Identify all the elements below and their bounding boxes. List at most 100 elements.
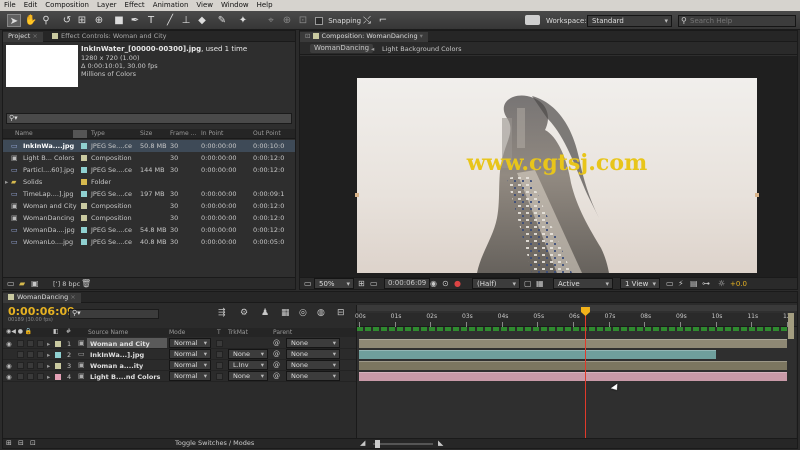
parent-pickwhip-icon[interactable]: @ [273, 339, 280, 347]
camera-select[interactable]: Active Camera [553, 278, 613, 298]
toggle-switches-modes-button[interactable]: Toggle Switches / Modes [175, 439, 254, 448]
clone-stamp-tool-icon[interactable]: ⊥ [179, 14, 193, 27]
col-parent[interactable]: Parent [273, 328, 292, 337]
bpc-label[interactable]: [ʻ] 8 bpc [53, 280, 80, 288]
col-type[interactable]: Type [91, 129, 105, 138]
project-item[interactable]: ▣ Light B... Colors Composition 30 0:00:00:0… [3, 152, 295, 164]
audio-toggle[interactable] [17, 351, 24, 358]
breadcrumb-womandancing[interactable]: WomanDancing [310, 44, 374, 53]
project-search-field[interactable]: ⚲▾ [6, 113, 292, 124]
snapping-toggle[interactable]: Snapping [315, 16, 361, 26]
label-color-swatch[interactable] [81, 239, 87, 245]
menu-effect[interactable]: Effect [121, 0, 149, 11]
lock-toggle[interactable] [37, 351, 44, 358]
preserve-transparency-toggle[interactable] [216, 362, 223, 369]
zoom-in-icon[interactable]: ◣ [438, 439, 443, 447]
channel-icon[interactable]: ● [454, 279, 461, 288]
type-tool-icon[interactable]: T [144, 14, 158, 27]
snapshot-icon[interactable]: ◉ [430, 279, 437, 288]
expand-switches-icon[interactable]: ⊞ [6, 439, 12, 447]
motion-blur-icon[interactable]: ◎ [299, 308, 307, 318]
timeline-graph-area[interactable]: 00s01s02s03s04s05s06s07s08s09s10s11s12s [355, 305, 797, 438]
col-t[interactable]: T [217, 328, 221, 337]
tab-composition[interactable]: ⊡ Composition: WomanDancing ▾ [300, 32, 428, 42]
preserve-transparency-toggle[interactable] [216, 351, 223, 358]
layer-label-color[interactable] [55, 341, 61, 347]
project-item[interactable]: ▣ WomanDancing Composition 30 0:00:00:00 0:00… [3, 212, 295, 224]
comp-frame[interactable]: www.cgtsj.com [357, 78, 757, 273]
menu-view[interactable]: View [192, 0, 217, 11]
toggle-pixel-aspect-icon[interactable]: ▭ [666, 279, 674, 288]
transparency-grid-icon[interactable]: ▦ [536, 279, 544, 288]
lock-toggle[interactable] [37, 340, 44, 347]
timeline-icon[interactable]: ▤ [690, 279, 698, 288]
snap-options-icon[interactable]: ⤯ [360, 14, 374, 27]
safe-margins-icon[interactable]: ⊞ [358, 279, 365, 288]
col-frame-rate[interactable]: Frame ... [170, 129, 196, 138]
comp-mini-flowchart-icon[interactable]: ⇶ [218, 308, 226, 318]
workspace-toggle-icon[interactable] [525, 15, 540, 25]
expand-arrow-icon[interactable]: ▸ [47, 362, 50, 370]
graph-editor-icon[interactable]: ◍ [317, 308, 325, 318]
menu-composition[interactable]: Composition [41, 0, 93, 11]
comp-viewer[interactable]: www.cgtsj.com [300, 56, 797, 277]
playhead[interactable] [580, 307, 590, 438]
project-item[interactable]: ▭ WomanDa....jpg JPEG Se....ce 54.8 MB 30 0:0… [3, 224, 295, 236]
search-help-box[interactable]: ⚲ [678, 15, 796, 27]
col-name[interactable]: Name [15, 129, 33, 138]
eraser-tool-icon[interactable]: ◆ [195, 14, 209, 27]
audio-toggle[interactable] [17, 362, 24, 369]
camera-tool-icon[interactable]: ⊞ [75, 14, 89, 27]
parent-select[interactable]: None [286, 360, 340, 370]
shape-tool-icon[interactable]: ■ [112, 14, 126, 27]
audio-toggle[interactable] [17, 373, 24, 380]
solo-toggle[interactable] [27, 373, 34, 380]
col-mode[interactable]: Mode [169, 328, 185, 337]
draft-3d-icon[interactable]: ⚙ [240, 308, 248, 318]
menu-window[interactable]: Window [217, 0, 253, 11]
timeline-layer-row[interactable]: ◉ ▸ 3 ▣ Woman a....ity Normal L.Inv @ None [3, 360, 358, 371]
exposure-icon[interactable]: ☼ [718, 279, 725, 288]
solo-toggle[interactable] [27, 351, 34, 358]
expand-stretch-icon[interactable]: ⊡ [30, 439, 36, 447]
trash-icon[interactable]: 🗑 [81, 279, 91, 288]
col-source-name[interactable]: Source Name [88, 328, 128, 337]
expand-arrow-icon[interactable]: ▸ [47, 373, 50, 381]
parent-select[interactable]: None [286, 371, 340, 381]
zoom-out-icon[interactable]: ◢ [360, 439, 365, 447]
timeline-layer-row[interactable]: ◉ ▸ 4 ▣ Light B....nd Colors Normal None @ None [3, 371, 358, 382]
search-help-input[interactable] [690, 16, 794, 26]
layer-mode-select[interactable]: Normal [169, 338, 211, 348]
preserve-transparency-toggle[interactable] [216, 373, 223, 380]
label-color-swatch[interactable] [81, 227, 87, 233]
region-of-interest-icon[interactable]: ▢ [524, 279, 532, 288]
track-matte-select[interactable]: None [228, 371, 268, 381]
project-item[interactable]: ▭ Particl....60].jpg JPEG Se....ce 144 MB 30… [3, 164, 295, 176]
pan-behind-tool-icon[interactable]: ⊕ [92, 14, 106, 27]
solo-toggle[interactable] [27, 340, 34, 347]
parent-pickwhip-icon[interactable]: @ [273, 350, 280, 358]
layer-duration-bar[interactable] [359, 361, 787, 370]
video-visibility-icon[interactable]: ◉ [6, 340, 12, 348]
lock-toggle[interactable] [37, 373, 44, 380]
expand-modes-icon[interactable]: ⊟ [18, 439, 24, 447]
parent-pickwhip-icon[interactable]: @ [273, 372, 280, 380]
col-out-point[interactable]: Out Point [253, 129, 281, 138]
zoom-select[interactable]: 50% [314, 278, 354, 289]
expand-arrow-icon[interactable]: ▸ [5, 178, 8, 186]
tab-project[interactable]: Project × [3, 32, 43, 42]
tab-timeline-womandancing[interactable]: WomanDancing × [3, 293, 81, 303]
local-axis-icon[interactable]: ⌖ [264, 14, 278, 27]
layer-mode-select[interactable]: Normal [169, 360, 211, 370]
layer-label-color[interactable] [55, 363, 61, 369]
workspace-select[interactable]: Standard [587, 15, 672, 27]
interpret-footage-icon[interactable]: ▭ [7, 279, 15, 288]
label-color-swatch[interactable] [81, 203, 87, 209]
audio-toggle[interactable] [17, 340, 24, 347]
col-size[interactable]: Size [140, 129, 152, 138]
timeline-layer-row[interactable]: ◉ ▸ 1 ▣ Woman and City Normal @ None [3, 338, 358, 349]
breadcrumb-light-background[interactable]: Light Background Colors [382, 45, 462, 53]
track-matte-select[interactable]: L.Inv [228, 360, 268, 370]
rotate-tool-icon[interactable]: ↺ [60, 14, 74, 27]
expand-arrow-icon[interactable]: ▸ [47, 340, 50, 348]
